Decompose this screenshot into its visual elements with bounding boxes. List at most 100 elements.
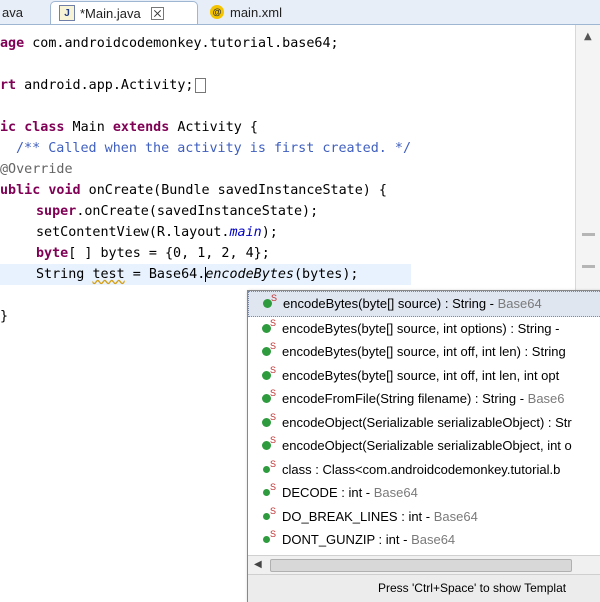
completion-signature: encodeBytes(byte[] source) : String - [283,296,498,311]
closing-brace: } [0,309,9,324]
tab-label: main.xml [230,4,283,20]
completion-item[interactable]: SencodeObject(Serializable serializableO… [248,411,600,435]
tab-main-xml[interactable]: @ main.xml [210,1,282,23]
popup-footer-text: Press 'Ctrl+Space' to show Templat [378,581,567,595]
completion-declaring-type: Base64 [411,532,456,547]
keyword: class [24,120,65,135]
code-lines: age com.androidcodemonkey.tutorial.base6… [0,33,412,327]
static-badge-icon: S [270,435,277,445]
static-field: main [229,225,262,240]
code-text: com.androidcodemonkey.tutorial.base64; [24,36,339,51]
code-line-3: rt android.app.Activity; [0,75,411,96]
completion-signature: encodeBytes(byte[] source, int off, int … [282,367,560,383]
code-text: .onCreate(savedInstanceState); [76,204,319,219]
popup-footer: Press 'Ctrl+Space' to show Templat [248,574,600,602]
completion-declaring-type: Base6 [527,391,565,406]
completion-signature: encodeObject(Serializable serializableOb… [282,414,572,430]
code-line-6: /** Called when the activity is first cr… [0,138,411,159]
completion-declaring-type: Base64 [433,508,478,524]
annotation: @Override [0,162,73,177]
code-line-7: @Override [0,159,411,180]
static-badge-icon: S [270,388,277,398]
completion-item[interactable]: SencodeObject(Serializable serializableO… [248,434,600,458]
ruler-mark[interactable] [582,265,595,268]
completion-declaring-type: Base64 [373,485,418,500]
scrollbar-thumb[interactable] [270,559,572,572]
completion-signature: class : Class<com.androidcodemonkey.tuto… [282,461,561,477]
tab-label: *Main.java [80,5,141,21]
code-text: Activity { [169,120,258,135]
completion-signature: encodeObject(Serializable serializableOb… [282,438,572,453]
class-field-icon [263,465,270,473]
keyword: ublic [0,183,41,198]
tab-previous-java[interactable]: ava [2,1,23,23]
keyword: byte [36,246,69,261]
completion-item[interactable]: Sclass : Class<com.androidcodemonkey.tut… [248,458,600,482]
ruler-mark[interactable] [582,233,595,236]
ruler-up-icon: ▲ [584,31,592,42]
static-badge-icon: S [270,529,277,539]
keyword: age [0,36,25,51]
completion-signature: DO_BREAK_LINES : int - [282,508,434,524]
completion-item[interactable]: SencodeFromFile(String filename) : Strin… [248,387,600,411]
keyword: ic [0,120,17,135]
completion-declaring-type: Base64 [497,296,542,311]
code-text: String [36,267,93,282]
static-badge-icon: S [270,505,277,516]
static-badge-icon: S [271,293,278,303]
keyword: void [48,183,81,198]
completion-item[interactable]: SencodeBytes(byte[] source) : String - B… [248,291,600,317]
tab-label: ava [2,4,23,20]
code-text: Main [64,120,113,135]
static-badge-icon: S [270,341,277,351]
static-method-call: encodeBytes [205,267,294,282]
code-line-10: setContentView(R.layout.main); [0,222,411,243]
horizontal-scrollbar[interactable]: ◀ [248,555,600,574]
code-text: ); [261,225,278,240]
completion-signature: encodeBytes(byte[] source, int off, int … [282,344,566,359]
keyword: super [36,204,77,219]
code-text: setContentView(R.layout. [36,225,230,240]
folded-imports-icon[interactable] [194,77,206,93]
xml-file-icon: @ [210,5,224,19]
static-badge-icon: S [270,482,277,492]
close-icon[interactable] [150,6,164,20]
completion-list[interactable]: SencodeBytes(byte[] source) : String - B… [248,291,600,555]
public-field-icon [263,489,270,496]
editor-tab-bar: ava J *Main.java @ main.xml [0,0,600,25]
code-text: (bytes); [294,267,359,282]
completion-signature: encodeBytes(byte[] source, int options) … [282,320,560,336]
completion-signature: DONT_GUNZIP : int - [282,532,412,547]
completion-item[interactable]: S DONT_GUNZIP : int - Base64 [248,528,600,552]
completion-item[interactable]: SencodeBytes(byte[] source, int options)… [248,317,600,341]
java-file-icon: J [59,5,75,21]
javadoc-comment: /** Called when the activity is first cr… [16,141,412,156]
code-text: onCreate(Bundle savedInstanceState) { [80,183,387,198]
content-assist-popup[interactable]: SencodeBytes(byte[] source) : String - B… [247,290,600,602]
completion-signature: DECODE : int - [282,485,374,500]
code-line-5: ic class Main extends Activity { [0,117,411,138]
static-badge-icon: S [270,317,277,328]
completion-item[interactable]: SencodeBytes(byte[] source, int off, int… [248,340,600,364]
code-line-9: super.onCreate(savedInstanceState); [0,201,411,222]
code-text: android.app.Activity; [16,78,194,93]
code-line-12: String test = Base64.encodeBytes(bytes); [0,264,412,285]
tab-main-java[interactable]: J *Main.java [50,1,198,24]
static-badge-icon: S [270,411,277,422]
static-badge-icon: S [270,364,277,375]
code-line-11: byte[ ] bytes = {0, 1, 2, 4}; [0,243,411,264]
keyword: rt [0,78,17,93]
code-line-1: age com.androidcodemonkey.tutorial.base6… [0,33,411,54]
warning-variable: test [92,267,125,282]
code-line-8: ublic void onCreate(Bundle savedInstance… [0,180,411,201]
public-field-icon [263,536,270,543]
completion-item[interactable]: S DECODE : int - Base64 [248,481,600,505]
public-field-icon [263,512,270,520]
completion-item[interactable]: SencodeBytes(byte[] source, int off, int… [248,364,600,388]
keyword: extends [112,120,170,135]
completion-signature: encodeFromFile(String filename) : String… [282,391,528,406]
scroll-left-icon[interactable]: ◀ [254,559,262,570]
completion-item[interactable]: S DO_BREAK_LINES : int - Base64 [248,505,600,529]
